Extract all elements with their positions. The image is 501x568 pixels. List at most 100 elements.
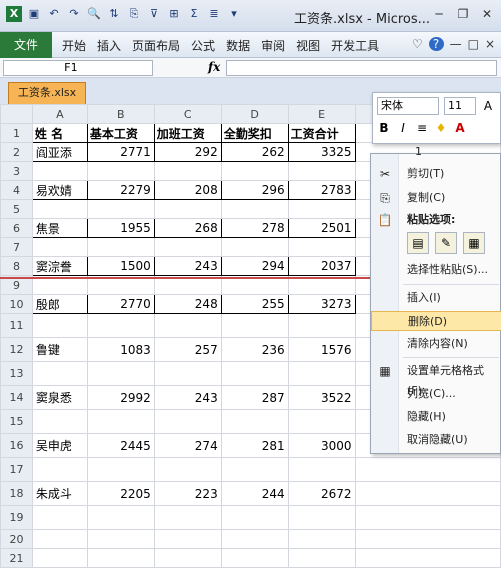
tab-page-layout[interactable]: 页面布局 bbox=[132, 37, 180, 54]
cell[interactable] bbox=[86, 313, 155, 338]
menu-item-delete[interactable]: 删除(D) bbox=[371, 311, 501, 331]
row-header[interactable]: 8 bbox=[0, 256, 33, 276]
table-row[interactable]: 17 bbox=[0, 457, 501, 482]
cell[interactable] bbox=[86, 161, 155, 181]
cell[interactable] bbox=[86, 199, 155, 219]
cell[interactable]: 236 bbox=[220, 337, 289, 362]
undo-icon[interactable]: ↶ bbox=[46, 6, 62, 22]
cell[interactable] bbox=[287, 237, 356, 257]
table-row[interactable]: 21 bbox=[0, 548, 501, 568]
paste-values-icon[interactable]: ✎ bbox=[435, 232, 457, 254]
cell[interactable] bbox=[287, 313, 356, 338]
row-header[interactable]: 15 bbox=[0, 409, 33, 434]
menu-item-cut[interactable]: ✂ 剪切(T) bbox=[371, 164, 501, 184]
cell[interactable] bbox=[287, 505, 356, 530]
cell[interactable]: 281 bbox=[220, 433, 289, 458]
cell[interactable]: 1576 bbox=[287, 337, 356, 362]
table-row[interactable]: 18 朱成斗 2205 223 244 2672 bbox=[0, 481, 501, 506]
cell[interactable]: 2672 bbox=[287, 481, 356, 506]
cell[interactable] bbox=[220, 199, 289, 219]
font-select[interactable]: 宋体 bbox=[377, 97, 439, 115]
cell[interactable] bbox=[287, 199, 356, 219]
cell[interactable]: 焦景 bbox=[31, 218, 88, 238]
document-tab[interactable]: 工资条.xlsx bbox=[8, 82, 86, 104]
cell[interactable] bbox=[354, 457, 501, 482]
ribbon-close-icon[interactable]: × bbox=[485, 37, 495, 51]
font-color-icon[interactable]: A bbox=[453, 121, 467, 135]
row-header[interactable]: 11 bbox=[0, 313, 33, 338]
ribbon-restore-icon[interactable]: □ bbox=[468, 37, 479, 51]
cell[interactable]: 朱成斗 bbox=[31, 481, 88, 506]
cell[interactable]: 吴申虎 bbox=[31, 433, 88, 458]
cell[interactable]: 208 bbox=[153, 180, 222, 200]
cell[interactable]: 278 bbox=[220, 218, 289, 238]
cell[interactable]: 294 bbox=[220, 256, 289, 276]
cell[interactable]: 2770 bbox=[86, 294, 155, 314]
cell[interactable]: 2992 bbox=[86, 385, 155, 410]
cell[interactable] bbox=[153, 548, 222, 568]
row-header[interactable]: 14 bbox=[0, 385, 33, 410]
table-row[interactable]: 19 bbox=[0, 505, 501, 530]
cell[interactable] bbox=[153, 505, 222, 530]
row-header[interactable]: 7 bbox=[0, 237, 33, 257]
italic-icon[interactable]: I bbox=[396, 121, 410, 135]
cell[interactable]: 窦淙誊 bbox=[31, 256, 88, 276]
cell[interactable]: 3325 bbox=[287, 142, 356, 162]
cell[interactable]: 1500 bbox=[86, 256, 155, 276]
cell[interactable] bbox=[354, 548, 501, 568]
cell[interactable]: 加班工资 bbox=[153, 123, 222, 143]
borders-icon[interactable]: ⊞ bbox=[166, 6, 182, 22]
cell[interactable] bbox=[220, 313, 289, 338]
row-header[interactable]: 12 bbox=[0, 337, 33, 362]
column-header[interactable]: E bbox=[287, 104, 356, 124]
paste-picture-icon[interactable]: ▦ bbox=[463, 232, 485, 254]
menu-item-clear-contents[interactable]: 清除内容(N) bbox=[371, 334, 501, 354]
cell[interactable]: 3273 bbox=[287, 294, 356, 314]
row-header[interactable]: 17 bbox=[0, 457, 33, 482]
cell[interactable]: 2037 bbox=[287, 256, 356, 276]
cell[interactable] bbox=[220, 548, 289, 568]
qat-dropdown-icon[interactable]: ▾ bbox=[226, 6, 242, 22]
cell[interactable]: 姓 名 bbox=[31, 123, 88, 143]
cell[interactable] bbox=[31, 457, 88, 482]
cell[interactable] bbox=[153, 313, 222, 338]
cell[interactable] bbox=[86, 361, 155, 386]
print-preview-icon[interactable]: 🔍 bbox=[86, 6, 102, 22]
cell[interactable] bbox=[220, 361, 289, 386]
row-header[interactable]: 5 bbox=[0, 199, 33, 219]
cell[interactable]: 255 bbox=[220, 294, 289, 314]
help-icon[interactable]: ? bbox=[428, 37, 444, 51]
name-box[interactable]: F1 bbox=[3, 60, 153, 76]
cell[interactable] bbox=[354, 481, 501, 506]
cell[interactable]: 292 bbox=[153, 142, 222, 162]
cell[interactable] bbox=[86, 237, 155, 257]
menu-item-paste-special[interactable]: 选择性粘贴(S)... bbox=[371, 260, 501, 280]
paste-icon[interactable]: ▤ bbox=[407, 232, 429, 254]
filter-icon[interactable]: ⊽ bbox=[146, 6, 162, 22]
row-header[interactable]: 16 bbox=[0, 433, 33, 458]
row-header[interactable]: 2 bbox=[0, 142, 33, 162]
cell[interactable] bbox=[31, 237, 88, 257]
cell[interactable]: 274 bbox=[153, 433, 222, 458]
tab-file[interactable]: 文件 bbox=[0, 32, 52, 58]
row-header[interactable]: 3 bbox=[0, 161, 33, 181]
cell[interactable]: 268 bbox=[153, 218, 222, 238]
column-header[interactable]: A bbox=[31, 104, 88, 124]
ribbon-minimize-icon[interactable]: — bbox=[450, 37, 462, 51]
cell[interactable] bbox=[287, 361, 356, 386]
cell[interactable] bbox=[220, 409, 289, 434]
cell[interactable]: 243 bbox=[153, 385, 222, 410]
cell[interactable] bbox=[287, 548, 356, 568]
cell[interactable]: 223 bbox=[153, 481, 222, 506]
cell[interactable] bbox=[153, 237, 222, 257]
cell[interactable] bbox=[220, 237, 289, 257]
menu-item-hide[interactable]: 隐藏(H) bbox=[371, 407, 501, 427]
save-icon[interactable]: ▣ bbox=[26, 6, 42, 22]
cell[interactable]: 244 bbox=[220, 481, 289, 506]
cell[interactable] bbox=[31, 361, 88, 386]
table-row[interactable]: 20 bbox=[0, 529, 501, 549]
cell[interactable] bbox=[86, 529, 155, 549]
cell[interactable] bbox=[86, 548, 155, 568]
row-header[interactable]: 6 bbox=[0, 218, 33, 238]
cell[interactable]: 2501 bbox=[287, 218, 356, 238]
